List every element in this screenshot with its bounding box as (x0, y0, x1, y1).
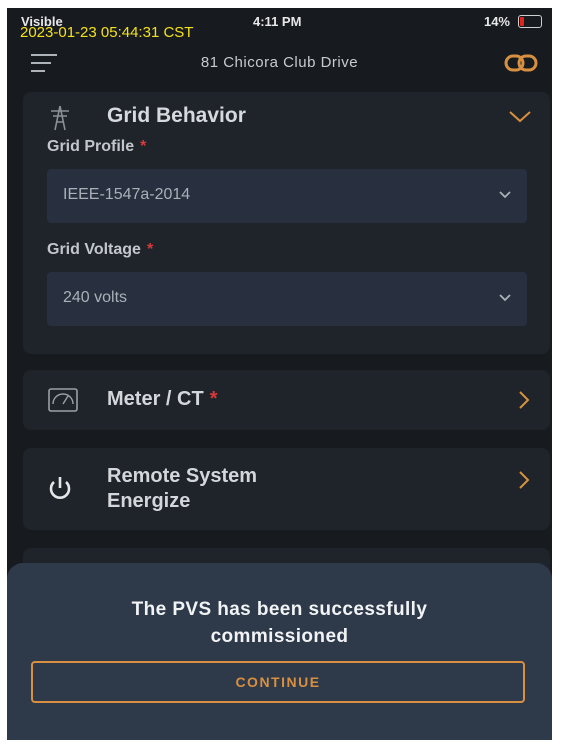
grid-behavior-section: Grid Behavior Grid Profile * IEEE-1547a-2… (23, 92, 550, 354)
remote-system-energize-row[interactable]: Remote System Energize (23, 448, 550, 530)
status-time: 4:11 PM (253, 14, 302, 29)
power-icon (49, 477, 71, 499)
success-bottom-sheet: The PVS has been successfully commission… (7, 563, 552, 740)
grid-voltage-label: Grid Voltage * (47, 241, 154, 258)
chevron-right-icon (519, 391, 530, 409)
continue-button[interactable]: CONTINUE (31, 661, 525, 703)
grid-voltage-select[interactable]: 240 volts (47, 272, 527, 326)
site-name: 81 Chicora Club Drive (200, 54, 359, 71)
success-message: The PVS has been successfully commission… (131, 599, 428, 647)
grid-behavior-title: Grid Behavior (107, 104, 246, 127)
chevron-right-icon (519, 471, 530, 489)
grid-profile-select[interactable]: IEEE-1547a-2014 (47, 169, 527, 223)
grid-profile-label: Grid Profile * (47, 138, 147, 155)
chevron-down-icon (499, 191, 511, 199)
chevron-down-icon[interactable] (508, 110, 532, 124)
transmission-tower-icon (51, 105, 69, 131)
meter-icon (48, 388, 78, 412)
top-bar: 81 Chicora Club Drive (7, 46, 552, 86)
grid-voltage-value: 240 volts (63, 289, 128, 306)
meter-ct-label: Meter / CT * (107, 388, 218, 410)
remote-system-energize-label: Remote System Energize (107, 465, 258, 512)
overlay-timestamp: 2023-01-23 05:44:31 CST (20, 24, 194, 41)
chevron-down-icon (499, 294, 511, 302)
battery-icon (518, 15, 542, 28)
battery-percent: 14% (483, 14, 510, 29)
meter-ct-row[interactable]: Meter / CT * (23, 370, 550, 430)
grid-profile-value: IEEE-1547a-2014 (63, 186, 191, 203)
link-icon[interactable] (504, 52, 538, 74)
phone-screen: Visible 4:11 PM 14% 81 Chicora Club Driv… (7, 8, 552, 740)
